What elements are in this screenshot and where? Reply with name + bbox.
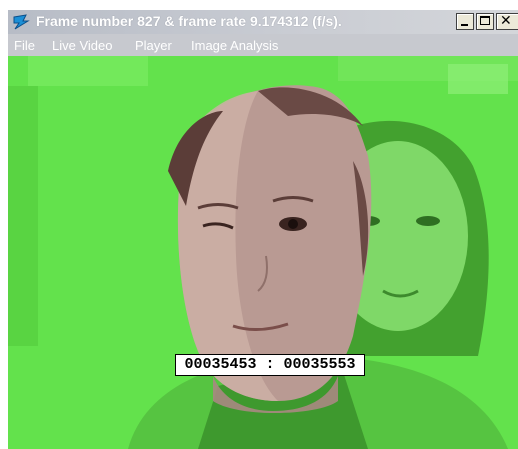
video-image <box>8 56 518 449</box>
minimize-button[interactable] <box>456 13 474 30</box>
app-icon <box>13 14 30 30</box>
minimize-icon <box>461 24 468 26</box>
menu-image-analysis[interactable]: Image Analysis <box>191 38 278 53</box>
video-frame: 00035453 : 00035553 <box>8 56 518 449</box>
menu-file[interactable]: File <box>14 38 35 53</box>
timecode-label: 00035453 : 00035553 <box>175 354 365 376</box>
maximize-icon <box>480 16 490 25</box>
close-button[interactable]: ✕ <box>496 13 518 30</box>
window-title: Frame number 827 & frame rate 9.174312 (… <box>36 13 342 29</box>
menu-live-video[interactable]: Live Video <box>52 38 112 53</box>
application-window: Frame number 827 & frame rate 9.174312 (… <box>8 10 518 449</box>
close-icon: ✕ <box>500 13 512 29</box>
title-bar[interactable]: Frame number 827 & frame rate 9.174312 (… <box>8 10 518 34</box>
menu-bar: File Live Video Player Image Analysis <box>8 34 518 56</box>
maximize-button[interactable] <box>476 13 494 30</box>
menu-player[interactable]: Player <box>135 38 172 53</box>
